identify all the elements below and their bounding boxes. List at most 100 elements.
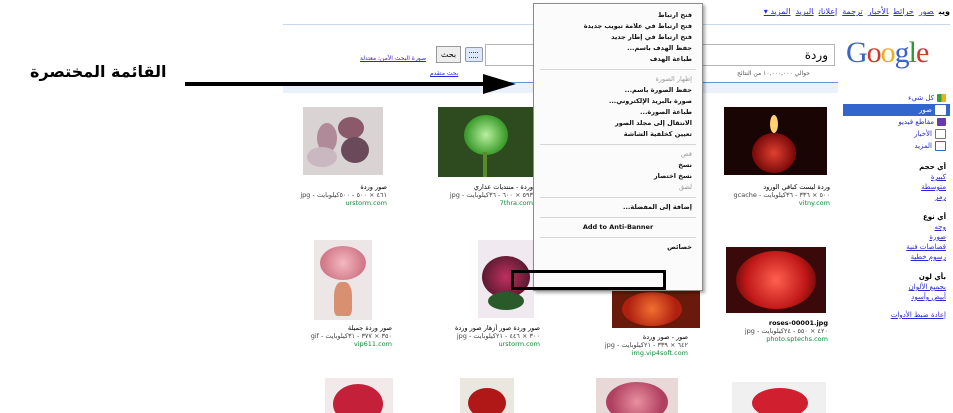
type-filter-title: أي نوع bbox=[922, 213, 946, 221]
menu-print-target[interactable]: طباعة الهدف bbox=[534, 54, 702, 65]
result-site[interactable]: photo.sptechs.com bbox=[705, 335, 828, 343]
menu-save-target-as[interactable]: حفظ الهدف باسم... bbox=[534, 43, 702, 54]
sidebar: كل شيء صور مقاطع فيديو الأخبار المزيد أي… bbox=[843, 92, 950, 392]
color-filter-title: بأي لون bbox=[918, 273, 946, 281]
google-logo[interactable]: Google bbox=[846, 36, 929, 70]
nav-web[interactable]: ويب bbox=[939, 7, 950, 16]
result-title[interactable]: صور وردة bbox=[292, 183, 387, 191]
result-image-9[interactable] bbox=[325, 378, 393, 413]
menu-separator bbox=[540, 144, 696, 145]
nav-mail[interactable]: البريد bbox=[795, 7, 813, 16]
result-image-5[interactable] bbox=[314, 240, 372, 320]
result-title[interactable]: صور وردة صور أزهار صور وردة bbox=[430, 324, 540, 332]
result-site[interactable]: vitny.com bbox=[703, 199, 830, 207]
menu-open-link-new-tab[interactable]: فتح ارتباط في علامة تبويب جديدة bbox=[534, 21, 702, 32]
video-icon bbox=[937, 118, 946, 126]
result-site[interactable]: 7thra.com bbox=[430, 199, 533, 207]
menu-save-picture-as[interactable]: حفظ الصورة باسم... bbox=[534, 85, 702, 96]
properties-highlight-box bbox=[511, 270, 666, 290]
type-link-photo[interactable]: صورة bbox=[843, 232, 950, 242]
nav-ads[interactable]: إعلانات bbox=[819, 7, 838, 16]
result-image-8[interactable] bbox=[726, 247, 826, 313]
result-meta: ٦٤٢ × ٣٣٩ - ٢١كيلوبايت - jpg bbox=[604, 341, 688, 349]
menu-set-as-background[interactable]: تعيين كخلفية الشاشة bbox=[534, 129, 702, 140]
menu-open-link[interactable]: فتح ارتباط bbox=[534, 10, 702, 21]
result-image-12[interactable] bbox=[732, 382, 826, 413]
result-image-7[interactable] bbox=[612, 290, 700, 328]
result-title[interactable]: صور - صور وردة bbox=[568, 333, 688, 341]
result-meta: ٣٠٠ × ٤٤٦ - ٢١كيلوبايت - jpg bbox=[456, 332, 540, 340]
nav-maps[interactable]: خرائط bbox=[893, 7, 913, 16]
nav-more[interactable]: المزيد ▾ bbox=[764, 7, 791, 16]
type-link-face[interactable]: وجه bbox=[843, 222, 950, 232]
sidebar-item-news[interactable]: الأخبار bbox=[843, 128, 950, 140]
menu-cut: قص bbox=[680, 150, 692, 158]
reset-tools-link[interactable]: إعادة ضبط الأدوات bbox=[843, 310, 950, 320]
menu-separator bbox=[540, 237, 696, 238]
menu-copy[interactable]: نسخ bbox=[534, 160, 702, 171]
menu-add-to-anti-banner[interactable]: Add to Anti-Banner bbox=[534, 222, 702, 233]
result-caption-4: وردة ليست كباقي الورود ٥٠٠ × ٣٣٦ - ٣٦كيل… bbox=[703, 183, 830, 207]
sidebar-item-label: صور bbox=[919, 106, 932, 114]
sidebar-item-label: المزيد bbox=[914, 142, 932, 150]
result-image-10[interactable] bbox=[460, 378, 514, 413]
menu-paste: لصق bbox=[678, 183, 692, 191]
result-caption-6: صور وردة صور أزهار صور وردة ٣٠٠ × ٤٤٦ - … bbox=[430, 324, 540, 348]
sidebar-item-everything[interactable]: كل شيء bbox=[843, 92, 950, 104]
safe-search-link[interactable]: صورة البحث الآمن: معتدلة bbox=[360, 55, 426, 62]
menu-open-link-new-window[interactable]: فتح ارتباط في إطار جديد bbox=[534, 32, 702, 43]
menu-email-picture[interactable]: صورة بالبريد الإلكتروني... bbox=[534, 96, 702, 107]
result-caption-5: صور وردة جميلة ٣٥٠ × ٣٧٧ - ٣١كيلوبايت - … bbox=[292, 324, 392, 348]
sidebar-item-label: الأخبار bbox=[914, 130, 932, 138]
menu-properties[interactable]: خصائص bbox=[534, 242, 702, 253]
result-image-1[interactable] bbox=[303, 107, 383, 175]
sidebar-item-label: مقاطع فيديو bbox=[898, 118, 934, 126]
result-caption-1: صور وردة ٤٦١ × ٥٠٠ - ٥٠٠كيلوبايت - jpg u… bbox=[292, 183, 387, 207]
result-site[interactable]: urstorm.com bbox=[430, 340, 540, 348]
context-menu: فتح ارتباط فتح ارتباط في علامة تبويب جدي… bbox=[533, 3, 703, 291]
menu-copy-shortcut[interactable]: نسخ اختصار bbox=[534, 171, 702, 182]
grid-icon bbox=[937, 94, 946, 102]
menu-go-to-pictures[interactable]: الانتقال إلى مجلد الصور bbox=[534, 118, 702, 129]
nav-translate[interactable]: ترجمة bbox=[842, 7, 863, 16]
result-count: حوالي ١٠,٠٠٠,٠٠٠ من النتائج bbox=[737, 70, 810, 77]
result-meta: ٣٥٠ × ٣٧٧ - ٣١كيلوبايت - gif bbox=[310, 332, 392, 340]
nav-images[interactable]: صور bbox=[919, 7, 934, 16]
logo-letter: e bbox=[916, 36, 929, 69]
type-link-lineart[interactable]: رسوم خطية bbox=[843, 252, 950, 262]
result-title[interactable]: وردة ليست كباقي الورود bbox=[703, 183, 830, 191]
sidebar-item-label: كل شيء bbox=[908, 94, 934, 102]
sidebar-item-more[interactable]: المزيد bbox=[843, 140, 950, 152]
search-button[interactable]: بحث bbox=[436, 46, 461, 63]
top-navigation: ويب صور خرائط الأخبار ترجمة إعلانات البريد المز… bbox=[735, 7, 950, 21]
result-title[interactable]: وردة - منتديات عذاري bbox=[430, 183, 533, 191]
sidebar-item-images[interactable]: صور bbox=[843, 104, 950, 116]
menu-separator bbox=[540, 197, 696, 198]
menu-separator bbox=[540, 69, 696, 70]
menu-add-to-favorites[interactable]: إضافة إلى المفضلة... bbox=[534, 202, 702, 213]
result-title[interactable]: صور وردة جميلة bbox=[292, 324, 392, 332]
logo-letter: l bbox=[908, 36, 917, 69]
size-link-medium[interactable]: متوسطة bbox=[843, 182, 950, 192]
result-image-4[interactable] bbox=[724, 107, 827, 175]
result-site[interactable]: img.vip4soft.com bbox=[568, 349, 688, 357]
result-image-11[interactable] bbox=[596, 378, 678, 413]
color-link-bw[interactable]: أبيض وأسود bbox=[843, 292, 950, 302]
sidebar-item-videos[interactable]: مقاطع فيديو bbox=[843, 116, 950, 128]
nav-news[interactable]: الأخبار bbox=[868, 7, 889, 16]
size-link-large[interactable]: كبيرة bbox=[843, 172, 950, 182]
result-image-2[interactable] bbox=[438, 107, 533, 177]
result-meta: ٤٢٠ × ٥٥٠ - ٢٤كيلوبايت - jpg bbox=[744, 327, 828, 335]
result-site[interactable]: vip611.com bbox=[292, 340, 392, 348]
annotation-label: القائمة المختصرة bbox=[30, 62, 167, 81]
keyboard-icon[interactable] bbox=[465, 47, 483, 62]
color-link-any[interactable]: بجميع الألوان bbox=[843, 282, 950, 292]
logo-letter: G bbox=[846, 36, 868, 69]
menu-separator bbox=[540, 217, 696, 218]
logo-letter: o bbox=[866, 36, 882, 69]
result-title[interactable]: roses-00001.jpg bbox=[705, 319, 828, 327]
size-link-icon[interactable]: رمز bbox=[843, 192, 950, 202]
type-link-clipart[interactable]: قصاصات فنية bbox=[843, 242, 950, 252]
menu-print-picture[interactable]: طباعة الصورة... bbox=[534, 107, 702, 118]
result-site[interactable]: urstorm.com bbox=[292, 199, 387, 207]
